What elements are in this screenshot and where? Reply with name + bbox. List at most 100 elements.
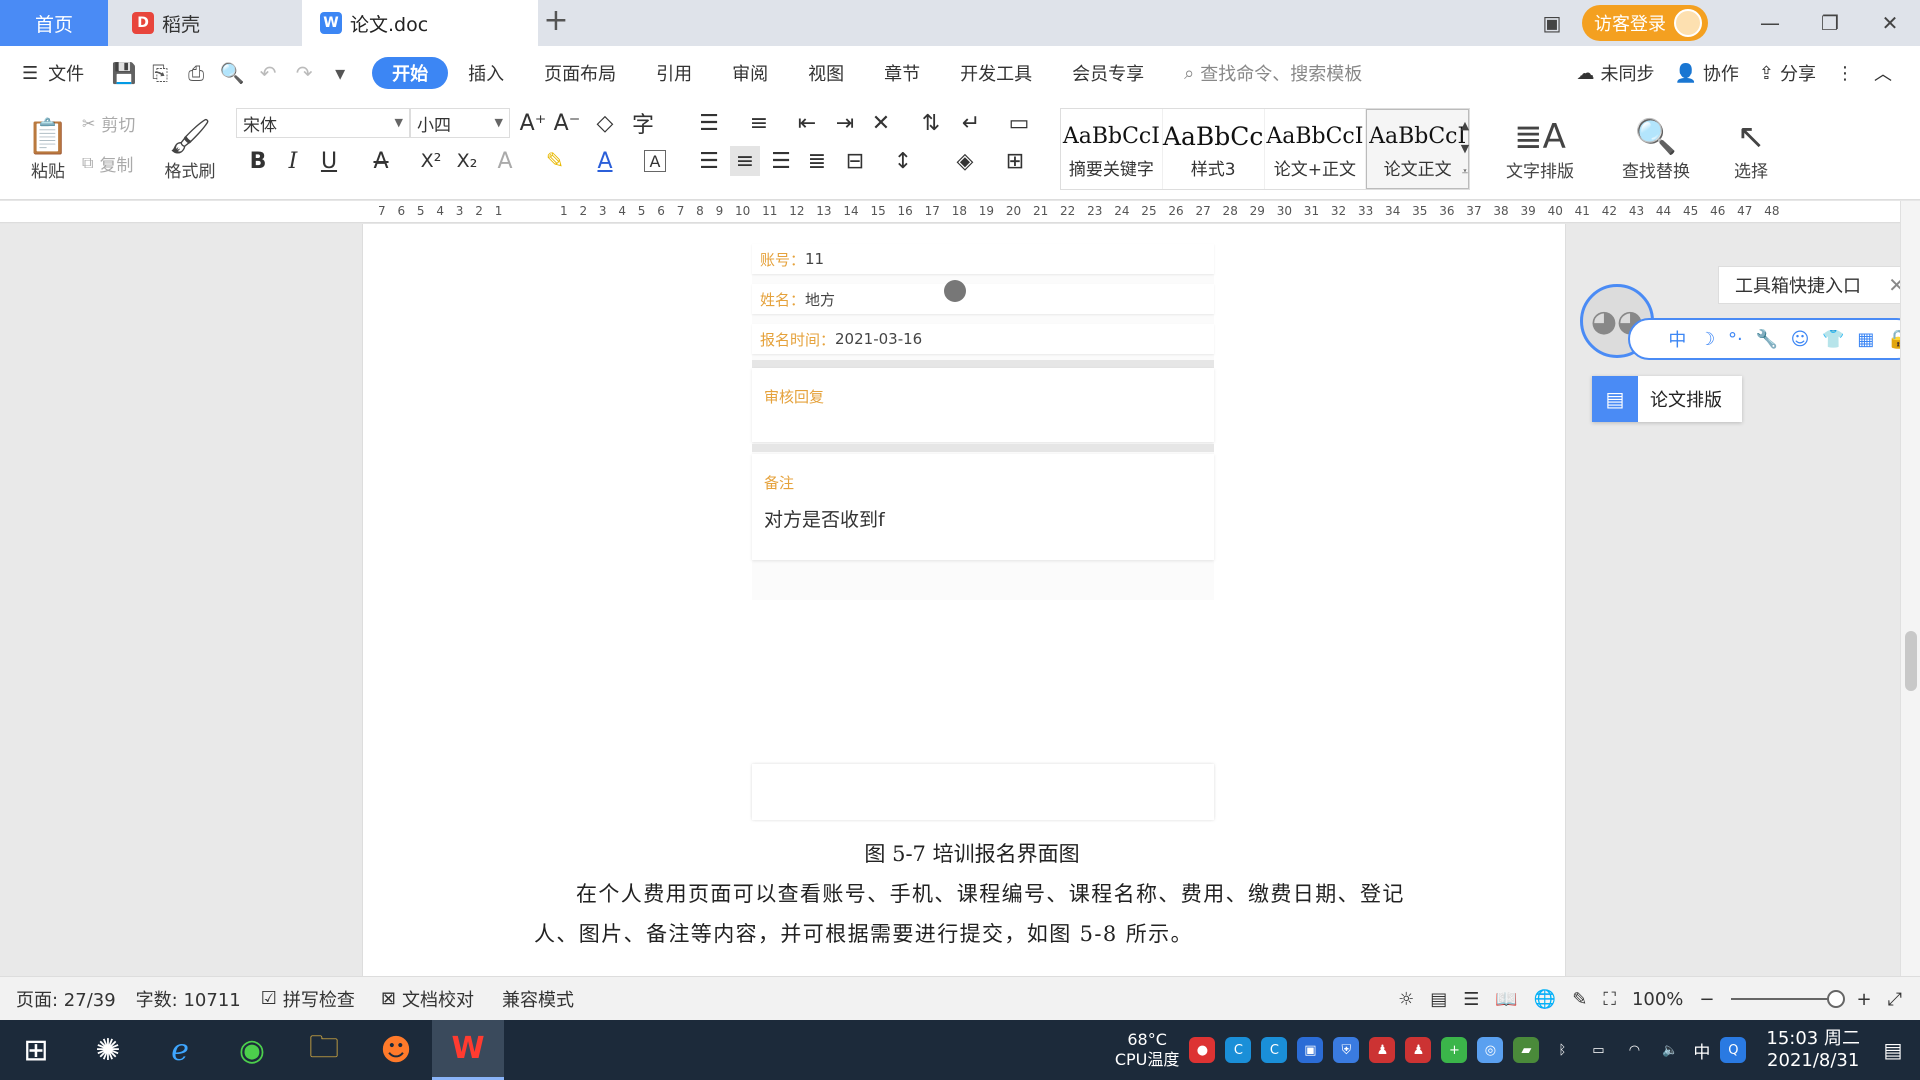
tab-home[interactable]: 首页 [0, 0, 108, 46]
battery-icon[interactable]: ▭ [1585, 1037, 1611, 1063]
reading-view-icon[interactable]: 📖 [1495, 989, 1517, 1010]
start-windows-icon[interactable]: ⊞ [0, 1020, 72, 1080]
tab-member[interactable]: 会员专享 [1052, 57, 1164, 89]
system-clock[interactable]: 15:03 周二 2021/8/31 [1766, 1028, 1860, 1072]
output-icon[interactable]: ⎘ [142, 55, 178, 91]
find-replace-button[interactable]: 🔍 查找替换 [1606, 106, 1706, 192]
distribute-icon[interactable]: ⊟ [840, 146, 870, 176]
collapse-ribbon-icon[interactable]: ︿ [1874, 60, 1892, 86]
toolbox-shortcut[interactable]: 工具箱快捷入口 ✕ [1718, 266, 1900, 304]
tray-app-icon[interactable]: ● [1189, 1037, 1216, 1063]
new-tab-button[interactable]: + [542, 6, 570, 38]
undo-icon[interactable]: ↶ [250, 55, 286, 91]
web-view-icon[interactable]: 🌐 [1534, 989, 1556, 1010]
qq-icon[interactable]: ♟ [1369, 1037, 1396, 1063]
ie-browser-icon[interactable]: ℯ [144, 1020, 216, 1080]
print-preview-icon[interactable]: 🔍 [214, 55, 250, 91]
print-icon[interactable]: ⎙ [178, 55, 214, 91]
share-button[interactable]: ⇪ 分享 [1759, 60, 1816, 86]
sync-button[interactable]: ☁ 未同步 [1576, 60, 1654, 86]
font-size-select[interactable]: 小四 ▼ [410, 108, 510, 138]
tab-insert[interactable]: 插入 [448, 57, 524, 89]
ime-indicator[interactable]: 中 [1693, 1038, 1710, 1063]
spell-check-button[interactable]: ☑ 拼写检查 [261, 986, 355, 1012]
pinwheel-app-icon[interactable]: ✺ [72, 1020, 144, 1080]
tab-start[interactable]: 开始 [372, 57, 449, 89]
copy-button[interactable]: ⧉ 复制 [82, 148, 133, 178]
decrease-indent-icon[interactable]: ⇤ [792, 108, 822, 138]
bold-icon[interactable]: B [243, 146, 273, 176]
close-button[interactable]: ✕ [1860, 0, 1920, 46]
doc-proof-button[interactable]: ⊠ 文档校对 [381, 986, 474, 1012]
tab-daoke[interactable]: D 稻壳 [110, 0, 302, 46]
subscript-icon[interactable]: X₂ [452, 146, 482, 176]
show-hide-marks-icon[interactable]: ↵ [956, 108, 986, 138]
tab-page-layout[interactable]: 页面布局 [524, 57, 636, 89]
collab-button[interactable]: 👤 协作 [1674, 60, 1738, 86]
phonetic-guide-icon[interactable]: 字 [628, 108, 658, 138]
skin-icon[interactable]: 👕 [1822, 329, 1844, 350]
style-abstract-keyword[interactable]: AaBbCcI 摘要关键字 [1061, 109, 1163, 189]
browser-360-icon[interactable]: ◉ [216, 1020, 288, 1080]
tray-app-icon[interactable]: ◎ [1477, 1037, 1504, 1063]
zoom-in-icon[interactable]: + [1857, 989, 1872, 1010]
page-indicator[interactable]: 页面: 27/39 [16, 986, 116, 1012]
table-border-icon[interactable]: ▭ [1004, 108, 1034, 138]
align-center-icon[interactable]: ≡ [730, 146, 760, 176]
volume-icon[interactable]: 🔈 [1657, 1037, 1683, 1063]
word-count[interactable]: 字数: 10711 [136, 986, 241, 1012]
highlight-icon[interactable]: ✎ [540, 146, 570, 176]
font-name-select[interactable]: 宋体 ▼ [236, 108, 410, 138]
game-app-icon[interactable]: ☻ [360, 1020, 432, 1080]
tab-sections[interactable]: 章节 [864, 57, 940, 89]
borders-icon[interactable]: ⊞ [1000, 146, 1030, 176]
punctuation-icon[interactable]: °· [1728, 329, 1743, 350]
select-button[interactable]: ↖ 选择 [1716, 106, 1786, 192]
tab-review[interactable]: 审阅 [712, 57, 788, 89]
tray-app-icon[interactable]: Q [1720, 1037, 1747, 1063]
text-layout-button[interactable]: ≣A 文字排版 [1490, 106, 1590, 192]
tray-app-icon[interactable]: ▣ [1297, 1037, 1324, 1063]
paper-layout-button[interactable]: ▤ 论文排版 [1592, 376, 1742, 422]
file-menu-button[interactable]: ☰ 文件 [22, 60, 84, 86]
file-explorer-icon[interactable]: 🗀 [288, 1020, 360, 1080]
shield-icon[interactable]: ⛨ [1333, 1037, 1360, 1063]
shading-icon[interactable]: ◈ [950, 146, 980, 176]
wps-taskbar-icon[interactable]: W [432, 1020, 504, 1080]
redo-icon[interactable]: ↷ [286, 55, 322, 91]
bullet-list-icon[interactable]: ☰ [694, 108, 724, 138]
strikethrough-icon[interactable]: A [366, 146, 396, 176]
emoji-icon[interactable]: ☺ [1791, 329, 1810, 350]
cpu-temperature[interactable]: 68°C CPU温度 [1115, 1030, 1180, 1070]
visitor-login-button[interactable]: 访客登录 [1582, 5, 1708, 41]
restore-button[interactable]: ❐ [1800, 0, 1860, 46]
sort-icon[interactable]: ⇅ [916, 108, 946, 138]
write-mode-icon[interactable]: ✎ [1572, 989, 1587, 1010]
ime-chinese-icon[interactable]: 中 [1668, 326, 1686, 352]
grow-font-icon[interactable]: A⁺ [518, 108, 548, 138]
lock-icon[interactable]: 🔒 [1887, 329, 1900, 350]
fit-page-icon[interactable]: ⛶ [1603, 989, 1616, 1010]
vertical-scrollbar[interactable] [1900, 201, 1920, 976]
nvidia-icon[interactable]: ▰ [1513, 1037, 1540, 1063]
font-color-icon[interactable]: A [590, 146, 620, 176]
format-painter-button[interactable]: 🖌 格式刷 [160, 106, 220, 192]
style-paper-plus-body[interactable]: AaBbCcI 论文+正文 [1265, 109, 1367, 189]
minimize-button[interactable]: — [1740, 0, 1800, 46]
text-effect-icon[interactable]: A [490, 146, 520, 176]
cut-button[interactable]: ✂ 剪切 [82, 108, 135, 138]
document-canvas[interactable]: 账号： 11 姓名： 地方 报名时间： 2021-03-16 审核回复 备注 对… [0, 224, 1900, 976]
close-icon[interactable]: ✕ [1888, 273, 1900, 297]
bluetooth-icon[interactable]: ᛒ [1549, 1037, 1575, 1063]
line-spacing-icon[interactable]: ↕ [888, 146, 918, 176]
italic-icon[interactable]: I [278, 146, 308, 176]
style-3[interactable]: AaBbCc 样式3 [1163, 109, 1265, 189]
reading-layout-icon[interactable]: ▣ [1522, 0, 1582, 46]
grid-icon[interactable]: ▦ [1857, 329, 1874, 350]
tab-view[interactable]: 视图 [788, 57, 864, 89]
horizontal-ruler[interactable]: 7 6 5 4 3 2 1 1 2 3 4 5 6 7 8 9 10 11 12… [0, 201, 1900, 223]
command-search[interactable]: ⌕ 查找命令、搜索模板 [1184, 60, 1362, 86]
tray-app-icon[interactable]: C [1225, 1037, 1252, 1063]
wrench-icon[interactable]: 🔧 [1756, 329, 1778, 350]
superscript-icon[interactable]: X² [416, 146, 446, 176]
